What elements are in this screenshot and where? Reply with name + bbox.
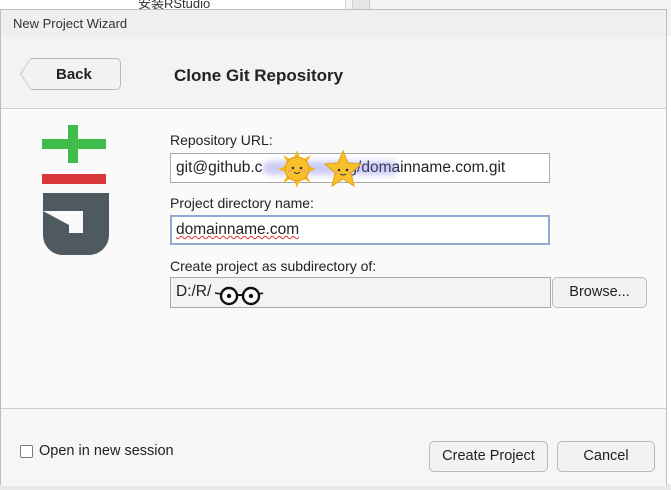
repo-url-label: Repository URL: xyxy=(170,132,273,148)
dialog-footer: Open in new session Create Project Cance… xyxy=(1,408,666,486)
project-dir-value: domainname.com xyxy=(176,221,300,238)
open-new-session-label[interactable]: Open in new session xyxy=(39,443,174,459)
back-arrow-fill xyxy=(21,59,31,89)
project-dir-label: Project directory name: xyxy=(170,195,314,211)
create-project-button[interactable]: Create Project xyxy=(429,441,548,472)
back-button[interactable]: Back xyxy=(20,58,121,90)
browse-button[interactable]: Browse... xyxy=(552,277,647,308)
wizard-header: Back Clone Git Repository xyxy=(1,37,666,109)
star-sticker-icon xyxy=(323,149,363,188)
dialog-titlebar: New Project Wizard xyxy=(1,10,666,38)
dialog-title: New Project Wizard xyxy=(13,16,128,31)
back-button-label: Back xyxy=(56,66,92,83)
git-logo-icon xyxy=(42,125,109,255)
repo-url-value-start: git@github.c xyxy=(176,159,263,176)
sun-sticker-icon xyxy=(278,150,316,188)
subdir-label: Create project as subdirectory of: xyxy=(170,258,377,274)
new-project-dialog: New Project Wizard Back Clone Git Reposi… xyxy=(0,9,667,486)
background-edge xyxy=(667,36,671,490)
wizard-content: Repository URL: git@github.c g/domainname… xyxy=(1,109,666,409)
cancel-button[interactable]: Cancel xyxy=(557,441,655,472)
glasses-sticker-icon xyxy=(214,286,264,306)
subdir-value: D:/R/​ xyxy=(176,283,212,300)
page-title: Clone Git Repository xyxy=(174,66,344,85)
open-new-session-checkbox[interactable] xyxy=(20,445,33,458)
project-dir-input[interactable]: domainname.com xyxy=(170,215,550,245)
